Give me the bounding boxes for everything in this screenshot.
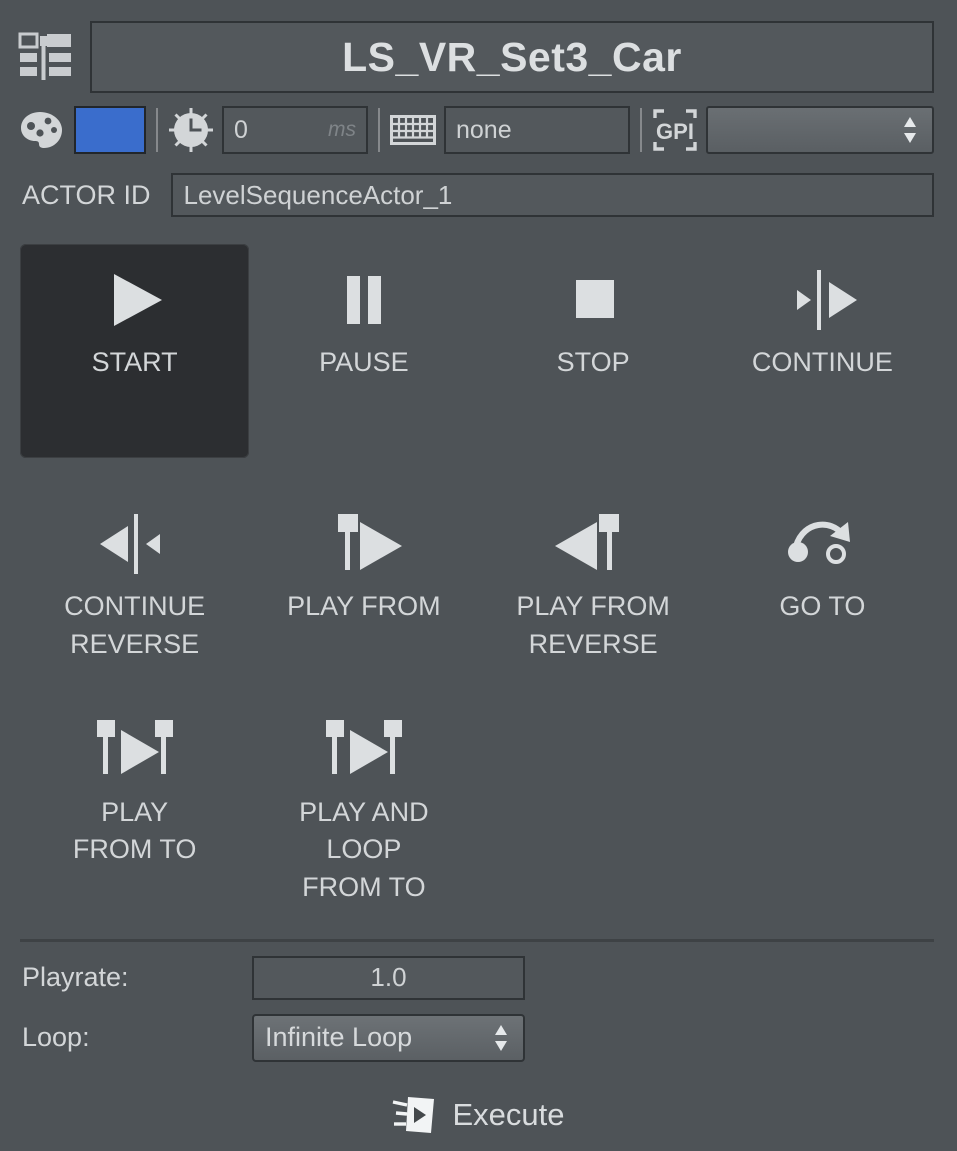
delay-time-field[interactable]: 0 ms [222,106,368,154]
execute-run-icon [392,1092,438,1138]
loop-mode-select[interactable]: Infinite Loop [252,1014,525,1062]
start-button-label: START [92,344,178,382]
transport-controls-row-3: PLAY FROM TO PLAY AND LOOP FROM TO [0,694,957,913]
play-from-reverse-label: PLAY FROM REVERSE [516,588,670,664]
delay-time-unit: ms [328,118,356,142]
grid-spacer-1 [479,694,708,913]
gpi-select[interactable] [706,106,934,154]
play-from-to-label: PLAY FROM TO [73,794,197,870]
toolbar-divider-3 [640,108,642,152]
play-and-loop-from-to-label: PLAY AND LOOP FROM TO [299,794,429,907]
play-from-icon [318,506,410,582]
stop-button-label: STOP [557,344,630,382]
svg-text:GPI: GPI [656,119,694,144]
pause-icon [334,262,394,338]
stop-button[interactable]: STOP [479,244,708,458]
keyboard-shortcut-field[interactable]: none [444,106,630,154]
pause-button[interactable]: PAUSE [249,244,478,458]
play-from-to-button[interactable]: PLAY FROM TO [20,694,249,913]
play-from-button[interactable]: PLAY FROM [249,488,478,670]
updown-arrows-icon [902,115,918,145]
play-icon [100,262,170,338]
toolbar: 0 ms none GPI [0,96,957,158]
section-divider [20,939,934,942]
keyboard-icon [390,113,436,147]
delay-time-value: 0 [234,116,248,145]
color-swatch-button[interactable] [74,106,146,154]
stop-icon [563,262,623,338]
play-from-reverse-icon [547,506,639,582]
continue-reverse-icon [90,506,180,582]
palette-icon [18,108,66,152]
title-bar: LS_VR_Set3_Car [0,0,957,96]
continue-button[interactable]: CONTINUE [708,244,937,458]
go-to-label: GO TO [779,588,865,626]
play-from-reverse-button[interactable]: PLAY FROM REVERSE [479,488,708,670]
playrate-input[interactable]: 1.0 [252,956,525,1000]
actor-id-label: ACTOR ID [22,180,151,211]
transport-controls-row-1: START PAUSE STOP CONTINUE [0,244,957,458]
loop-selected-value: Infinite Loop [265,1022,412,1053]
actor-id-row: ACTOR ID LevelSequenceActor_1 [0,158,957,218]
play-from-to-icon [85,712,185,788]
start-button[interactable]: START [20,244,249,458]
go-to-icon [782,506,862,582]
play-and-loop-from-to-button[interactable]: PLAY AND LOOP FROM TO [249,694,478,913]
sequence-title-field[interactable]: LS_VR_Set3_Car [90,21,934,93]
playrate-label: Playrate: [22,962,252,993]
continue-reverse-label: CONTINUE REVERSE [64,588,205,664]
gpi-icon: GPI [652,106,698,154]
playrate-row: Playrate: 1.0 [0,956,957,1000]
transport-controls-row-2: CONTINUE REVERSE PLAY FROM PLAY FROM REV… [0,488,957,670]
pause-button-label: PAUSE [319,344,409,382]
loop-row: Loop: Infinite Loop [0,1014,957,1062]
go-to-button[interactable]: GO TO [708,488,937,670]
continue-button-label: CONTINUE [752,344,893,382]
keyboard-shortcut-value: none [456,116,512,145]
continue-reverse-button[interactable]: CONTINUE REVERSE [20,488,249,670]
continue-icon [777,262,867,338]
toolbar-divider-1 [156,108,158,152]
grid-spacer-2 [708,694,937,913]
execute-label: Execute [452,1097,564,1133]
execute-button[interactable]: Execute [0,1092,957,1138]
loop-label: Loop: [22,1022,252,1053]
play-and-loop-from-to-icon [314,712,414,788]
updown-arrows-icon [493,1023,509,1053]
actor-id-value: LevelSequenceActor_1 [184,180,453,211]
playrate-value: 1.0 [370,962,406,993]
toolbar-divider-2 [378,108,380,152]
sequencer-icon [14,26,76,88]
play-from-label: PLAY FROM [287,588,441,626]
page-title: LS_VR_Set3_Car [342,34,682,81]
clock-icon [168,107,214,153]
actor-id-field[interactable]: LevelSequenceActor_1 [171,173,934,217]
